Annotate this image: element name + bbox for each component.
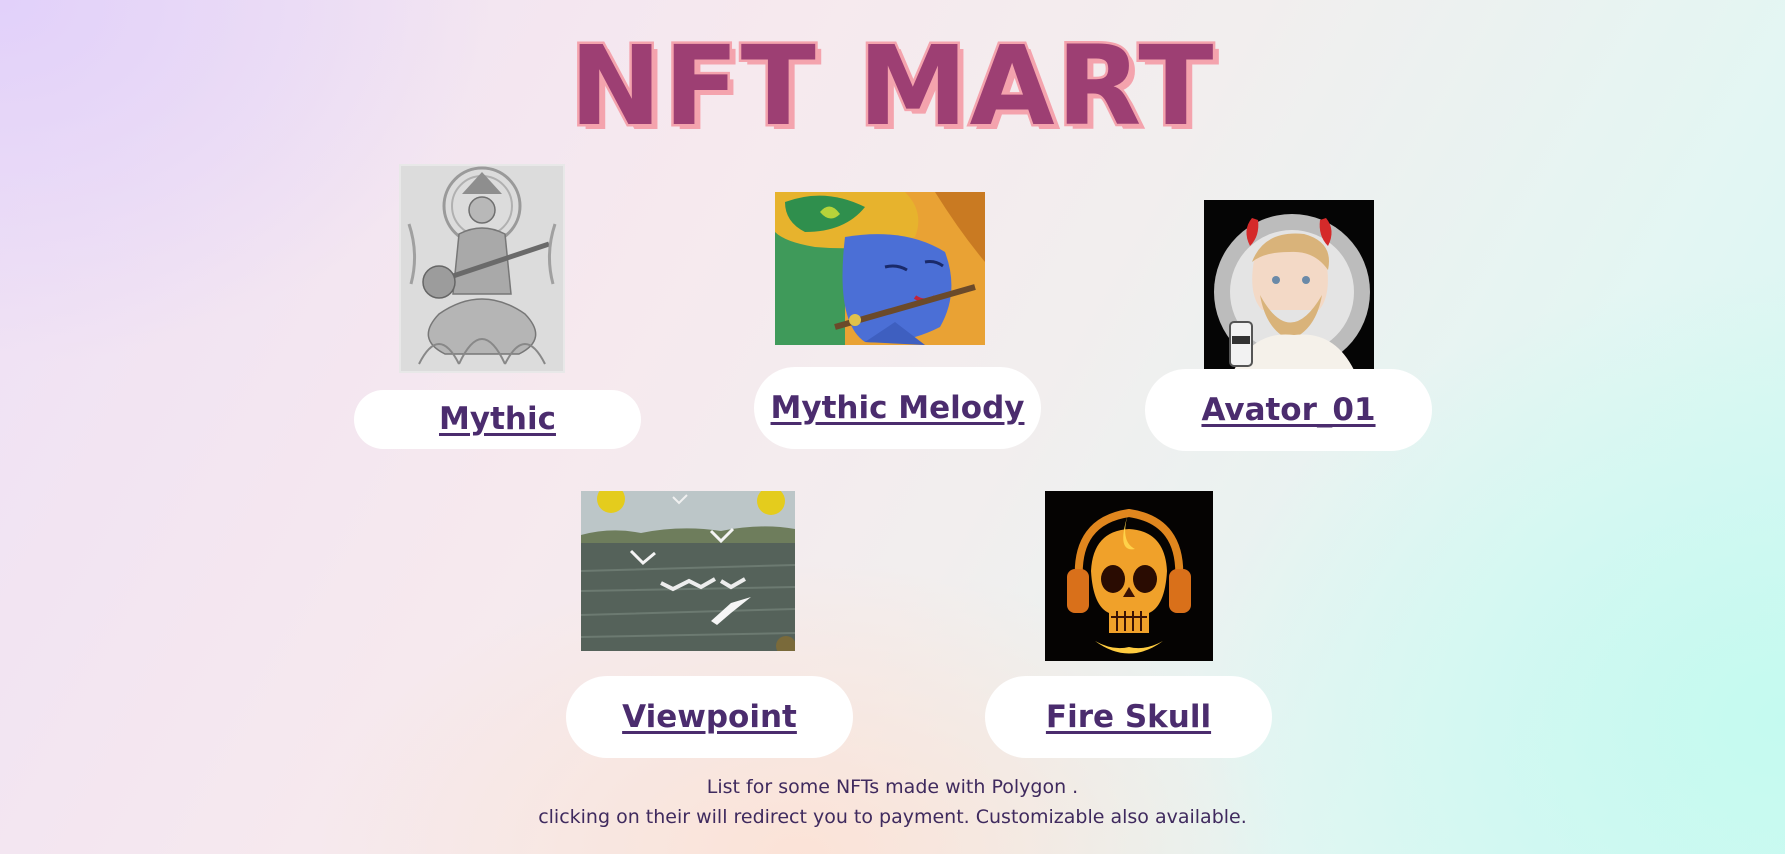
- nft-image-viewpoint[interactable]: [581, 491, 795, 651]
- nft-link-avator-01[interactable]: Avator_01: [1201, 392, 1375, 428]
- nft-link-mythic[interactable]: Mythic: [439, 401, 556, 437]
- nft-card-fire-skull: Fire Skull: [985, 676, 1272, 758]
- nft-image-mythic-melody[interactable]: [775, 192, 985, 345]
- nft-link-fire-skull[interactable]: Fire Skull: [1046, 699, 1211, 735]
- nft-image-avator-01[interactable]: [1204, 200, 1374, 370]
- nft-link-mythic-melody[interactable]: Mythic Melody: [771, 390, 1025, 426]
- krishna-painting-image: [775, 192, 985, 345]
- footer-line-1: List for some NFTs made with Polygon .: [706, 776, 1079, 798]
- nft-image-mythic[interactable]: [399, 164, 565, 373]
- nft-card-avator-01: Avator_01: [1145, 369, 1432, 451]
- nft-card-mythic-melody: Mythic Melody: [754, 367, 1041, 449]
- footer-line-2: clicking on their will redirect you to p…: [538, 806, 1247, 828]
- seagulls-river-image: [581, 491, 795, 651]
- nft-link-viewpoint[interactable]: Viewpoint: [622, 699, 797, 735]
- nft-card-viewpoint: Viewpoint: [566, 676, 853, 758]
- saraswati-sketch-image: [399, 164, 565, 373]
- bearded-devil-avatar-image: [1204, 200, 1374, 370]
- nft-image-fire-skull[interactable]: [1045, 491, 1213, 661]
- flaming-skull-image: [1045, 491, 1213, 661]
- nft-card-mythic: Mythic: [354, 390, 641, 449]
- page-title: NFT MART: [567, 22, 1216, 150]
